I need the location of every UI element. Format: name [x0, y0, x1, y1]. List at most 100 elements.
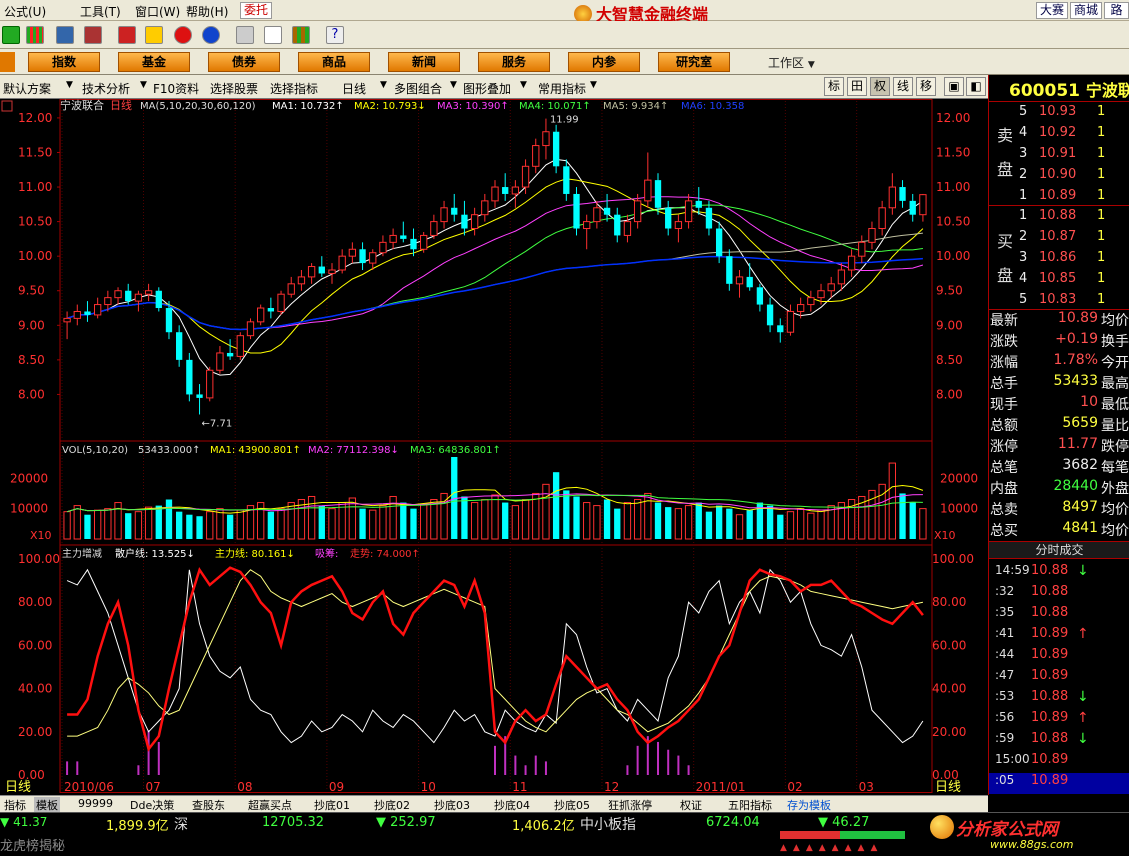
switch-icon[interactable]: ◧	[966, 77, 986, 96]
navbar: 指数 基金 债券 商品 新闻 服务 内参 研究室 工作区 ▼	[0, 49, 1129, 75]
diamond-icon[interactable]	[145, 26, 163, 44]
blue-ball-icon[interactable]	[202, 26, 220, 44]
dragon-tiger-link[interactable]: 龙虎榜揭秘	[0, 835, 65, 854]
nav-index[interactable]: 指数	[28, 52, 100, 72]
vol-bar-up	[144, 506, 153, 540]
tab-holders[interactable]: 查股东	[192, 797, 225, 813]
workspace-menu[interactable]: 工作区 ▼	[768, 54, 815, 71]
func-multi[interactable]: 多图组合	[394, 80, 442, 97]
quote-stat: 总笔 3682 每笔	[990, 457, 1129, 476]
toggle-mark[interactable]: 标	[824, 77, 844, 96]
tab-bottom04[interactable]: 抄底04	[494, 797, 530, 813]
quote-stat: 总买 4841 均价	[990, 520, 1129, 539]
tab-bottom02[interactable]: 抄底02	[374, 797, 410, 813]
nav-news[interactable]: 新闻	[388, 52, 460, 72]
func-tech[interactable]: 技术分析	[82, 80, 130, 97]
candle-body-down	[125, 290, 132, 302]
window-icon[interactable]	[264, 26, 282, 44]
toggle-grid[interactable]: 田	[847, 77, 867, 96]
nav-insider[interactable]: 内参	[568, 52, 640, 72]
candle-body-up	[827, 283, 835, 292]
price-tick-right: 10.50	[936, 215, 970, 229]
menu-tools[interactable]: 工具(T)	[80, 3, 121, 20]
ind-label: 主力增减	[62, 547, 102, 560]
func-f10[interactable]: F10资料	[153, 80, 199, 97]
menu-formula[interactable]: 公式(U)	[4, 3, 46, 20]
bars-icon[interactable]	[26, 26, 44, 44]
menu-help[interactable]: 帮助(H)	[186, 3, 228, 20]
stock-code: 600051 宁波联	[1009, 81, 1129, 101]
toggle-line[interactable]: 线	[893, 77, 913, 96]
alarm-icon[interactable]	[84, 26, 102, 44]
candle-body-up	[144, 290, 153, 295]
corner-icon[interactable]	[1, 100, 13, 112]
candle-body-down	[777, 325, 784, 333]
tab-bottom03[interactable]: 抄底03	[434, 797, 470, 813]
shangcheng-button[interactable]: 商城	[1070, 2, 1102, 19]
tab-dde[interactable]: Dde决策	[130, 797, 174, 813]
toggle-move[interactable]: 移	[916, 77, 936, 96]
dasai-button[interactable]: 大赛	[1036, 2, 1068, 19]
chart-icon[interactable]	[2, 26, 20, 44]
menu-window[interactable]: 窗口(W)	[135, 3, 180, 20]
candle-body-down	[176, 332, 183, 360]
func-common[interactable]: 常用指标	[538, 80, 586, 97]
candle-body-up	[919, 194, 927, 216]
red-icon[interactable]	[118, 26, 136, 44]
dropdown-icon[interactable]: ▼	[66, 80, 73, 90]
status-bar: ▼ 41.37 1,899.9亿 深 12705.32 ▼ 252.97 1,4…	[0, 812, 1129, 856]
toggle-rights[interactable]: 权	[870, 77, 890, 96]
luyan-button[interactable]: 路演	[1104, 2, 1129, 19]
tab-warrant[interactable]: 权证	[680, 797, 702, 813]
func-select-indicator[interactable]: 选择指标	[270, 80, 318, 97]
help-cursor-icon[interactable]: ?	[326, 26, 344, 44]
func-select-stock[interactable]: 选择股票	[210, 80, 258, 97]
price-tick-right: 8.00	[936, 387, 963, 401]
nav-research[interactable]: 研究室	[658, 52, 730, 72]
price-tick-left: 10.00	[18, 249, 52, 263]
tab-save-template[interactable]: 存为模板	[787, 797, 831, 813]
weituo-button[interactable]: 委托	[240, 2, 272, 19]
vol-bar-up	[623, 502, 632, 540]
vol-bar-up	[583, 502, 591, 540]
candle-body-up	[583, 221, 591, 230]
dropdown-icon[interactable]: ▼	[380, 80, 387, 90]
price-tick-right: 11.00	[936, 180, 970, 194]
trade-row: :41 10.89 ↑	[995, 626, 1089, 642]
func-period[interactable]: 日线	[342, 80, 366, 97]
tab-bottom01[interactable]: 抄底01	[314, 797, 350, 813]
tab-99999[interactable]: 99999	[78, 797, 113, 810]
maximize-icon[interactable]: ▣	[944, 77, 964, 96]
ind-tick-left: 20.00	[18, 725, 52, 739]
candle-body-up	[735, 276, 744, 285]
kline-chart[interactable]: 12.00 12.00 11.50 11.50 11.00 11.00 10.50 10.50…	[0, 99, 988, 795]
price-tick-right: 9.50	[936, 284, 963, 298]
dropdown-icon[interactable]: ▼	[450, 80, 457, 90]
candle-body-up	[246, 321, 255, 337]
dropdown-icon[interactable]: ▼	[140, 80, 147, 90]
func-overlay[interactable]: 图形叠加	[463, 80, 511, 97]
nav-bond[interactable]: 债券	[208, 52, 280, 72]
red-ball-icon[interactable]	[174, 26, 192, 44]
books-icon[interactable]	[292, 26, 310, 44]
nav-fund[interactable]: 基金	[118, 52, 190, 72]
nav-service[interactable]: 服务	[478, 52, 550, 72]
tab-template[interactable]: 模板	[34, 797, 60, 813]
dropdown-icon[interactable]: ▼	[590, 80, 597, 90]
candle-body-up	[328, 269, 336, 274]
nav-commodity[interactable]: 商品	[298, 52, 370, 72]
tab-indicator[interactable]: 指标	[4, 797, 26, 813]
tab-bottom05[interactable]: 抄底05	[554, 797, 590, 813]
func-scheme[interactable]: 默认方案	[3, 80, 51, 97]
binoculars-icon[interactable]	[56, 26, 74, 44]
dropdown-icon[interactable]: ▼	[520, 80, 527, 90]
sell-level: 2 10.90 1	[1019, 167, 1106, 182]
vol-bar-down	[84, 514, 91, 539]
candle-body-up	[878, 207, 886, 230]
tab-buy-point[interactable]: 超赢买点	[248, 797, 292, 813]
tab-limit-up[interactable]: 狂抓涨停	[608, 797, 652, 813]
notes-icon[interactable]	[236, 26, 254, 44]
tab-five-yang[interactable]: 五阳指标	[728, 797, 772, 813]
ma4-value: MA4: 10.071↑	[519, 101, 591, 112]
candle-body-up	[796, 304, 805, 312]
